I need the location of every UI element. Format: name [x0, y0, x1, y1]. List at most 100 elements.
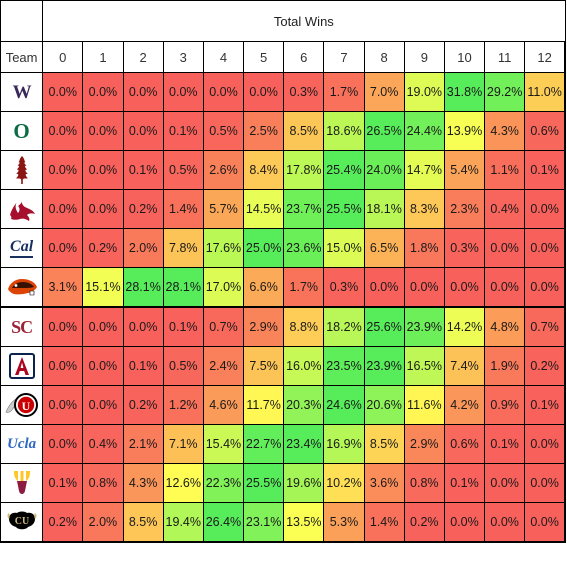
heatmap-cell: 2.6% [202, 150, 245, 190]
heatmap-cell: 23.9% [403, 306, 445, 347]
heatmap-cell: 18.6% [323, 111, 365, 151]
heatmap-cell: 25.5% [243, 463, 285, 503]
heatmap-cell: 0.0% [42, 424, 84, 464]
svg-text:U: U [21, 399, 30, 413]
heatmap-cell: 16.9% [323, 424, 365, 464]
heatmap-cell: 0.0% [82, 72, 124, 112]
heatmap-cell: 0.0% [524, 463, 567, 503]
heatmap-cell: 2.0% [122, 228, 164, 268]
heatmap-cell: 1.1% [484, 150, 526, 190]
table-row: Cal 0.0% 0.2% 2.0% 7.8% 17.6% 25.0% 23.6% 15.0% 6… [0, 228, 567, 268]
table-row: 3.1% 15.1% 28.1% 28.1% 17.0% 6.6% 1.7% 0.3% 0.0%… [0, 267, 567, 308]
column-header-1: 1 [82, 41, 124, 73]
heatmap-cell: 0.0% [524, 267, 567, 308]
heatmap-cell: 0.1% [162, 111, 204, 151]
heatmap-cell: 0.0% [524, 189, 567, 229]
heatmap-cell: 8.3% [403, 189, 445, 229]
heatmap-cell: 2.5% [243, 111, 285, 151]
heatmap-cell: 25.6% [363, 306, 405, 347]
heatmap-cell: 0.7% [202, 306, 245, 347]
heatmap-cell: 6.6% [243, 267, 285, 308]
heatmap-cell: 8.8% [283, 306, 325, 347]
column-header-10: 10 [443, 41, 486, 73]
heatmap-cell: 0.2% [403, 502, 445, 543]
team-cell-oregon: O [0, 111, 44, 151]
heatmap-cell: 7.5% [243, 346, 285, 386]
heatmap-cell: 0.0% [122, 111, 164, 151]
heatmap-cell: 11.7% [243, 385, 285, 425]
heatmap-cell: 15.4% [202, 424, 245, 464]
table-row: 0.0% 0.0% 0.2% 1.4% 5.7% 14.5% 23.7% 25.5% 18.1%… [0, 189, 567, 229]
table-row: 0.1% 0.8% 4.3% 12.6% 22.3% 25.5% 19.6% 10.2% 3.6… [0, 463, 567, 503]
svg-text:CU: CU [14, 516, 28, 527]
heatmap-cell: 0.1% [162, 306, 204, 347]
heatmap-cell: 0.0% [202, 72, 245, 112]
heatmap-cell: 0.2% [82, 228, 124, 268]
heatmap-cell: 0.3% [323, 267, 365, 308]
team-cell-stanford [0, 150, 44, 190]
team-column-header: Team [0, 41, 44, 73]
heatmap-cell: 0.8% [82, 463, 124, 503]
heatmap-cell: 18.2% [323, 306, 365, 347]
heatmap-cell: 7.0% [363, 72, 405, 112]
heatmap-cell: 8.4% [243, 150, 285, 190]
heatmap-cell: 2.9% [243, 306, 285, 347]
table-row: 0.0% 0.0% 0.1% 0.5% 2.4% 7.5% 16.0% 23.5% 23.9% 1… [0, 346, 567, 386]
heatmap-cell: 0.0% [484, 267, 526, 308]
team-cell-arizona [0, 346, 44, 386]
heatmap-cell: 0.0% [122, 72, 164, 112]
heatmap-cell: 4.2% [443, 385, 486, 425]
heatmap-cell: 4.6% [202, 385, 245, 425]
heatmap-cell: 0.1% [484, 424, 526, 464]
heatmap-cell: 0.0% [443, 267, 486, 308]
heatmap-cell: 23.5% [323, 346, 365, 386]
heatmap-cell: 7.4% [443, 346, 486, 386]
heatmap-cell: 0.1% [524, 385, 567, 425]
heatmap-cell: 0.1% [524, 150, 567, 190]
table-row: Ucla 0.0% 0.4% 2.1% 7.1% 15.4% 22.7% 23.4% 16.9%… [0, 424, 567, 464]
heatmap-cell: 28.1% [162, 267, 204, 308]
team-cell-colorado: CU [0, 502, 44, 543]
heatmap-cell: 16.0% [283, 346, 325, 386]
heatmap-cell: 0.0% [82, 306, 124, 347]
heatmap-cell: 2.1% [122, 424, 164, 464]
heatmap-cell: 4.3% [484, 111, 526, 151]
heatmap-cell: 8.5% [363, 424, 405, 464]
heatmap-cell: 1.8% [403, 228, 445, 268]
heatmap-cell: 18.1% [363, 189, 405, 229]
table-row: U 0.0% 0.0% 0.2% 1.2% 4.6% 11.7% 20.3% 24.6% 20.6… [0, 385, 567, 425]
heatmap-cell: 0.5% [202, 111, 245, 151]
heatmap-cell: 16.5% [403, 346, 445, 386]
heatmap-cell: 0.0% [42, 111, 84, 151]
heatmap-cell: 0.0% [524, 228, 567, 268]
column-header-11: 11 [484, 41, 526, 73]
heatmap-cell: 0.2% [122, 189, 164, 229]
arizona-block-a-logo [2, 348, 42, 384]
oregon-o-logo: O [13, 118, 30, 143]
table-row: SC 0.0% 0.0% 0.0% 0.1% 0.7% 2.9% 8.8% 18.2% 25.6%… [0, 306, 567, 347]
heatmap-cell: 8.5% [283, 111, 325, 151]
heatmap-cell: 25.0% [243, 228, 285, 268]
heatmap-cell: 0.7% [524, 306, 567, 347]
colorado-buffalo-logo: CU [2, 504, 42, 540]
heatmap-cell: 1.9% [484, 346, 526, 386]
heatmap-cell: 17.0% [202, 267, 245, 308]
heatmap-cell: 31.8% [443, 72, 486, 112]
heatmap-cell: 0.8% [403, 463, 445, 503]
heatmap-cell: 12.6% [162, 463, 204, 503]
heatmap-cell: 14.5% [243, 189, 285, 229]
stanford-tree-logo [2, 152, 42, 188]
heatmap-cell: 0.0% [524, 502, 567, 543]
team-cell-ucla: Ucla [0, 424, 44, 464]
heatmap-cell: 11.0% [524, 72, 567, 112]
ucla-script-logo: Ucla [6, 435, 37, 452]
heatmap-cell: 0.0% [484, 463, 526, 503]
table-row: W 0.0% 0.0% 0.0% 0.0% 0.0% 0.0% 0.3% 1.7% 7.0% 19.… [0, 72, 567, 112]
heatmap-cell: 22.3% [202, 463, 245, 503]
heatmap-cell: 5.3% [323, 502, 365, 543]
heatmap-cell: 14.7% [403, 150, 445, 190]
heatmap-cell: 0.0% [42, 306, 84, 347]
heatmap-cell: 0.0% [162, 72, 204, 112]
heatmap-cell: 0.0% [42, 346, 84, 386]
column-header-0: 0 [42, 41, 84, 73]
